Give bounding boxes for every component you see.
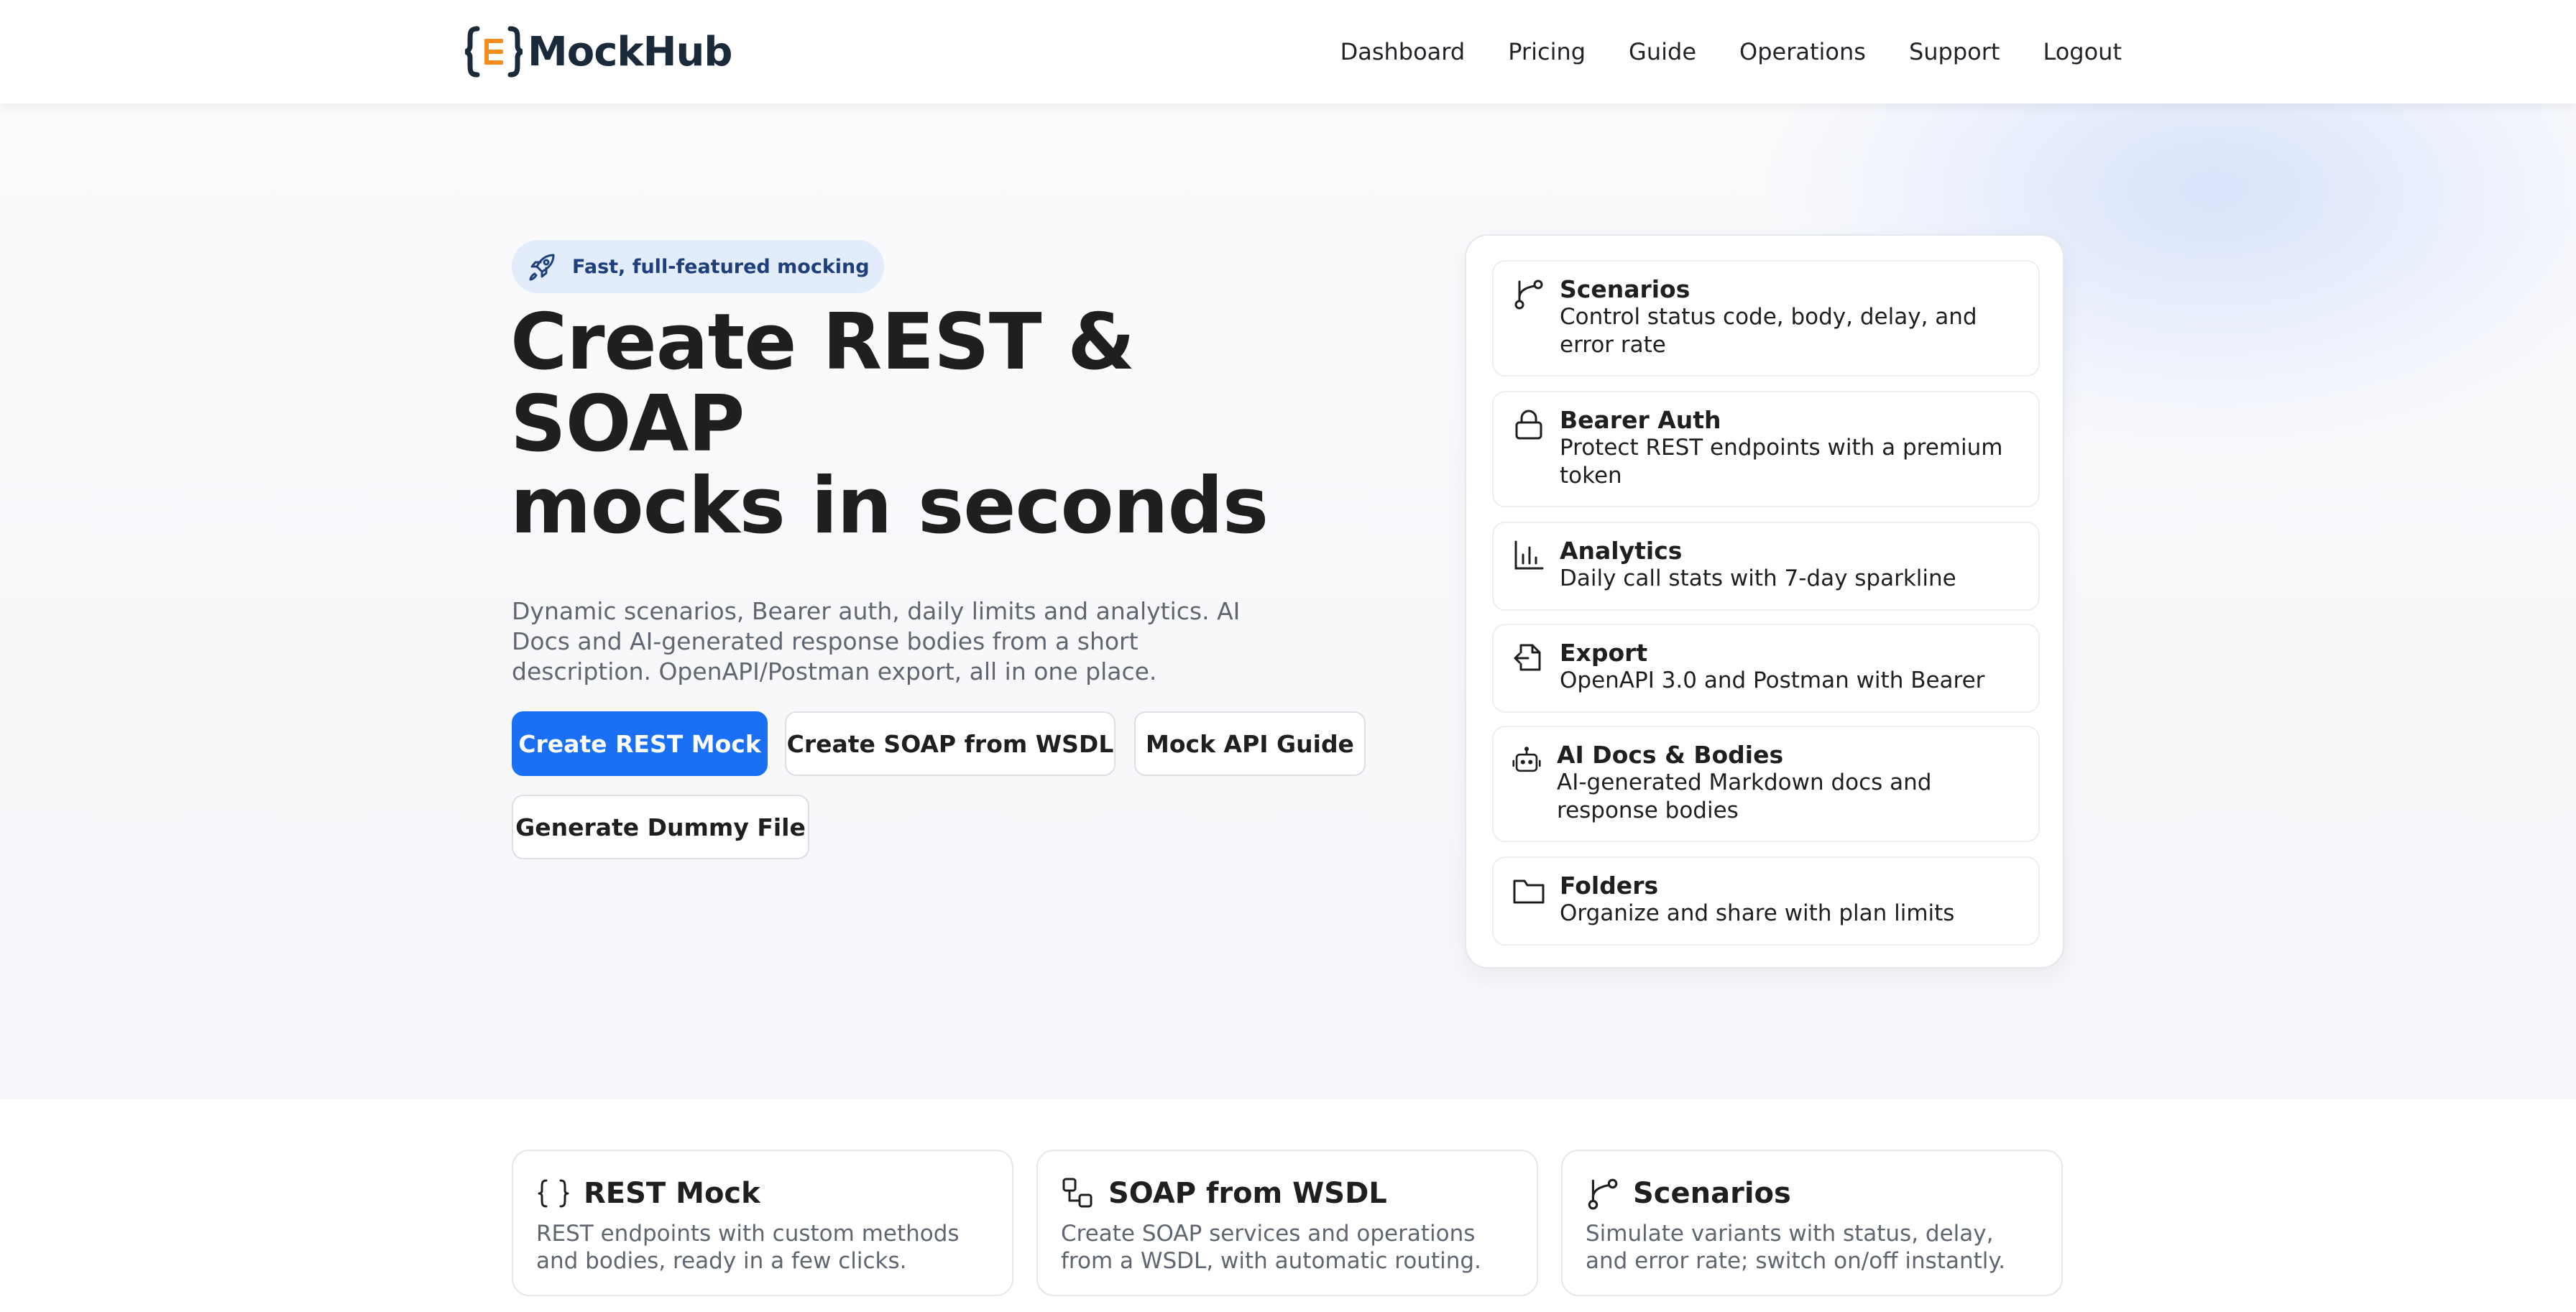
top-navbar: MockHub Dashboard Pricing Guide Operatio… [0, 0, 2576, 103]
feature-scenarios: Scenarios Control status code, body, del… [1492, 260, 2040, 376]
hero-section [0, 103, 2576, 1099]
feature-desc: OpenAPI 3.0 and Postman with Bearer [1560, 667, 1985, 693]
feature-ai-docs: AI Docs & Bodies AI-generated Markdown d… [1492, 726, 2040, 842]
card-desc: Create SOAP services and operations from… [1061, 1221, 1481, 1274]
feature-bearer-auth: Bearer Auth Protect REST endpoints with … [1492, 391, 2040, 507]
nav-links: Dashboard Pricing Guide Operations Suppo… [1340, 34, 2122, 69]
card-desc: Simulate variants with status, delay, an… [1586, 1221, 2006, 1274]
feature-title: Export [1560, 639, 1648, 667]
feature-title: Scenarios [1560, 275, 1690, 303]
feature-title: Analytics [1560, 537, 1683, 565]
file-export-icon [1514, 644, 1541, 671]
brand-name: MockHub [528, 28, 732, 75]
hero-description: Dynamic scenarios, Bearer auth, daily li… [512, 597, 1241, 685]
rocket-icon [529, 254, 555, 281]
feature-analytics: Analytics Daily call stats with 7-day sp… [1492, 522, 2040, 611]
feature-export: Export OpenAPI 3.0 and Postman with Bear… [1492, 624, 2040, 713]
braces-icon [538, 1179, 569, 1208]
feature-desc: AI-generated Markdown docs and response … [1557, 770, 1932, 823]
branch-icon [1514, 280, 1543, 310]
nodes-icon [1062, 1178, 1092, 1208]
feature-desc: Organize and share with plan limits [1560, 900, 1955, 926]
logo[interactable]: MockHub [464, 26, 732, 78]
create-soap-button[interactable]: Create SOAP from WSDL [785, 711, 1116, 776]
card-soap-wsdl[interactable]: SOAP from WSDL Create SOAP services and … [1036, 1150, 1538, 1296]
feature-title: AI Docs & Bodies [1557, 741, 1784, 769]
hero-title: Create REST & SOAP mocks in seconds [510, 302, 1387, 548]
card-title: Scenarios [1633, 1177, 1791, 1210]
feature-title: Folders [1560, 872, 1659, 900]
card-scenarios[interactable]: Scenarios Simulate variants with status,… [1561, 1150, 2063, 1296]
nav-dashboard[interactable]: Dashboard [1340, 38, 1466, 65]
nav-operations[interactable]: Operations [1739, 38, 1866, 65]
mock-api-guide-button[interactable]: Mock API Guide [1134, 711, 1366, 776]
nav-logout[interactable]: Logout [2043, 38, 2122, 65]
logo-braces-icon [464, 26, 523, 78]
card-desc: REST endpoints with custom methods and b… [536, 1221, 960, 1274]
feature-desc: Control status code, body, delay, and er… [1560, 304, 1977, 358]
hero-badge-text: Fast, full-featured mocking [572, 255, 870, 278]
bar-chart-icon [1514, 540, 1544, 570]
feature-desc: Protect REST endpoints with a premium to… [1560, 435, 2003, 489]
hero-badge: Fast, full-featured mocking [512, 240, 884, 293]
feature-folders: Folders Organize and share with plan lim… [1492, 856, 2040, 946]
card-title: REST Mock [584, 1177, 760, 1210]
feature-title: Bearer Auth [1560, 406, 1721, 434]
robot-icon [1512, 747, 1541, 772]
hero-title-line-1: Create REST & SOAP [510, 297, 1135, 469]
lock-icon [1515, 410, 1542, 440]
create-rest-mock-button[interactable]: Create REST Mock [512, 711, 768, 776]
card-title: SOAP from WSDL [1108, 1177, 1387, 1210]
folder-icon [1513, 879, 1545, 904]
feature-desc: Daily call stats with 7-day sparkline [1560, 565, 1956, 591]
branch-icon [1588, 1178, 1618, 1210]
hero-title-line-2: mocks in seconds [510, 461, 1269, 551]
features-panel: Scenarios Control status code, body, del… [1465, 234, 2064, 969]
generate-dummy-file-button[interactable]: Generate Dummy File [512, 795, 809, 859]
card-rest-mock[interactable]: REST Mock REST endpoints with custom met… [512, 1150, 1013, 1296]
nav-pricing[interactable]: Pricing [1508, 38, 1586, 65]
nav-guide[interactable]: Guide [1629, 38, 1696, 65]
nav-support[interactable]: Support [1909, 38, 2000, 65]
